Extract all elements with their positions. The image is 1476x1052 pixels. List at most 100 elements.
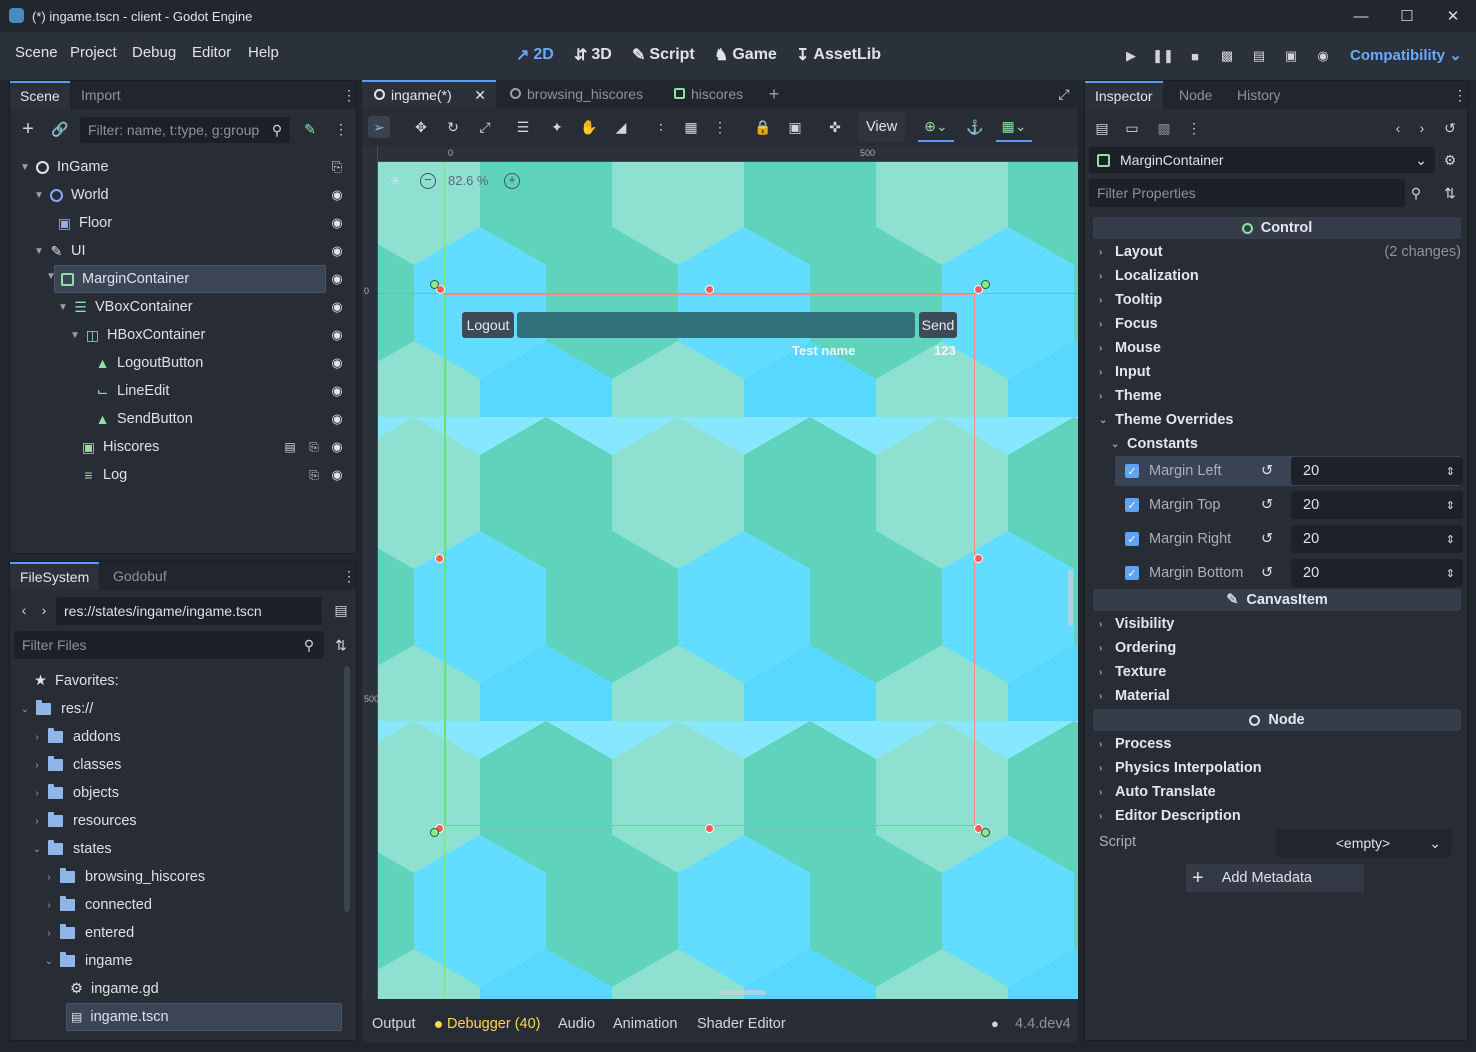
tree-node-margincontainer[interactable]: MarginContainer — [54, 265, 326, 293]
fs-res-root[interactable]: ⌄ res:// — [18, 695, 93, 723]
tab-history[interactable]: History — [1227, 81, 1291, 109]
property-margin-right[interactable]: ✓ Margin Right ↺ 20 ⇕ — [1115, 524, 1463, 554]
checkbox-checked[interactable]: ✓ — [1125, 498, 1139, 512]
send-button-preview[interactable]: Send — [919, 312, 957, 338]
tab-animation[interactable]: Animation — [613, 1016, 677, 1032]
checkbox-checked[interactable]: ✓ — [1125, 566, 1139, 580]
renderer-select[interactable]: Compatibility ⌄ — [1350, 46, 1462, 64]
move-tool-icon[interactable]: ✥ — [410, 116, 432, 138]
scene-filter-input[interactable]: Filter: name, t:type, g:group — [80, 117, 290, 143]
zoom-reset-icon[interactable]: ✳ — [390, 173, 401, 189]
filter-settings-icon[interactable]: ⇅ — [1441, 184, 1459, 202]
property-margin-bottom[interactable]: ✓ Margin Bottom ↺ 20 ⇕ — [1115, 558, 1463, 588]
margin-bottom-spinbox[interactable]: 20 ⇕ — [1291, 559, 1463, 587]
revert-icon[interactable]: ↺ — [1261, 497, 1273, 513]
anchor-handle[interactable] — [981, 828, 990, 837]
tree-node-ingame[interactable]: ▼ InGame — [18, 153, 350, 181]
fs-folder-entered[interactable]: › entered — [42, 919, 134, 947]
resize-handle[interactable] — [705, 824, 714, 833]
tree-node-lineedit[interactable]: ⌙ LineEdit — [96, 377, 350, 405]
mode-script-button[interactable]: ✎ Script — [632, 45, 695, 65]
tree-node-world[interactable]: ▼ World — [32, 181, 350, 209]
tab-debugger[interactable]: Debugger (40) — [447, 1016, 541, 1032]
add-tab-icon[interactable]: + — [764, 84, 784, 104]
fs-folder-ingame[interactable]: ⌄ ingame — [42, 947, 133, 975]
select-tool-icon[interactable]: ➢ — [368, 116, 390, 138]
path-input[interactable]: res://states/ingame/ingame.tscn — [56, 597, 322, 625]
zoom-in-button[interactable]: + — [504, 173, 520, 189]
tree-node-ui[interactable]: ▼ ✎ UI — [32, 237, 350, 265]
tab-godobuf[interactable]: Godobuf — [103, 562, 177, 590]
script-icon[interactable]: ⎘ — [329, 159, 345, 175]
menu-project[interactable]: Project — [70, 44, 117, 61]
tab-output[interactable]: Output — [372, 1016, 416, 1032]
open-folder-icon[interactable]: ▭ — [1123, 119, 1141, 137]
resize-handle[interactable] — [974, 554, 983, 563]
open-scene-icon[interactable]: ▤ — [282, 439, 298, 455]
play-scene-icon[interactable]: ▤ — [1248, 45, 1270, 67]
new-resource-icon[interactable]: ▤ — [1093, 119, 1111, 137]
margin-left-spinbox[interactable]: 20 ⇕ — [1291, 457, 1463, 485]
property-margin-top[interactable]: ✓ Margin Top ↺ 20 ⇕ — [1115, 490, 1463, 520]
fs-file-ingame-tscn[interactable]: ▤ ingame.tscn — [66, 1003, 342, 1031]
group-layout[interactable]: › Layout (2 changes) — [1099, 240, 1461, 264]
property-margin-left[interactable]: ✓ Margin Left ↺ 20 ⇕ — [1115, 456, 1463, 486]
lock-icon[interactable]: 🔒 — [752, 116, 774, 138]
group-auto-translate[interactable]: › Auto Translate — [1099, 780, 1216, 804]
tab-shader-editor[interactable]: Shader Editor — [697, 1016, 786, 1032]
smart-snap-icon[interactable]: ∶ — [650, 116, 672, 138]
updown-icon[interactable]: ⇕ — [1446, 567, 1455, 580]
resize-handle[interactable] — [435, 554, 444, 563]
anchor-handle[interactable] — [430, 828, 439, 837]
fs-folder-connected[interactable]: › connected — [42, 891, 152, 919]
attach-script-icon[interactable]: ✎ — [300, 119, 320, 139]
fs-folder-states[interactable]: ⌄ states — [30, 835, 112, 863]
snap-options-icon[interactable]: ⋮ — [713, 116, 727, 138]
maximize-button[interactable]: ☐ — [1384, 0, 1430, 32]
tree-node-hboxcontainer[interactable]: ▼ ◫ HBoxContainer — [68, 321, 350, 349]
stop-button[interactable]: ■ — [1184, 45, 1206, 67]
file-tree-scrollbar[interactable] — [344, 666, 350, 912]
minimize-button[interactable]: — — [1338, 0, 1384, 32]
save-icon[interactable]: ▩ — [1155, 119, 1173, 137]
group-material[interactable]: › Material — [1099, 684, 1170, 708]
tab-node[interactable]: Node — [1169, 81, 1222, 109]
margin-right-spinbox[interactable]: 20 ⇕ — [1291, 525, 1463, 553]
visibility-eye-icon[interactable]: ◉ — [329, 355, 345, 371]
rotate-tool-icon[interactable]: ↻ — [442, 116, 464, 138]
revert-icon[interactable]: ↺ — [1261, 565, 1273, 581]
visibility-eye-icon[interactable]: ◉ — [329, 243, 345, 259]
group-visibility[interactable]: › Visibility — [1099, 612, 1174, 636]
section-canvasitem[interactable]: ✎ CanvasItem — [1093, 589, 1461, 611]
group-texture[interactable]: › Texture — [1099, 660, 1166, 684]
group-constants[interactable]: ⌄ Constants — [1111, 432, 1198, 456]
section-node[interactable]: Node — [1093, 709, 1461, 731]
viewport-vscrollbar[interactable] — [1068, 570, 1073, 626]
bone-icon[interactable]: ✜ — [824, 116, 846, 138]
fs-folder-classes[interactable]: › classes — [30, 751, 121, 779]
script-icon[interactable]: ⎘ — [306, 467, 322, 483]
fs-file-ingame-gd[interactable]: ⚙ ingame.gd — [70, 975, 159, 1003]
viewport-2d[interactable]: 0 500 0 500 ✳ − 82.6 % + Logout Send Tes… — [362, 146, 1078, 999]
menu-editor[interactable]: Editor — [192, 44, 231, 61]
scene-more-icon[interactable]: ⋮ — [334, 119, 348, 139]
fs-folder-objects[interactable]: › objects — [30, 779, 119, 807]
forward-arrow-icon[interactable]: › — [38, 600, 50, 620]
group-ordering[interactable]: › Ordering — [1099, 636, 1176, 660]
tab-inspector[interactable]: Inspector — [1085, 81, 1163, 109]
close-tab-icon[interactable]: ✕ — [474, 82, 486, 108]
sort-icon[interactable]: ⇅ — [332, 636, 350, 654]
tree-node-floor[interactable]: ▣ Floor — [58, 209, 350, 237]
node-select[interactable]: MarginContainer ⌄ — [1089, 147, 1435, 173]
pivot-tool-icon[interactable]: ✦ — [546, 116, 568, 138]
checkbox-checked[interactable]: ✓ — [1125, 464, 1139, 478]
history-back-icon[interactable]: ‹ — [1391, 119, 1405, 137]
lineedit-preview[interactable] — [517, 312, 915, 338]
group-icon[interactable]: ▣ — [784, 116, 806, 138]
mode-3d-button[interactable]: ⇵ 3D — [574, 45, 612, 65]
fs-favorites[interactable]: ★ Favorites: — [34, 667, 119, 695]
distraction-free-icon[interactable]: ⤢ — [1054, 84, 1074, 104]
tree-node-sendbutton[interactable]: ▲ SendButton — [96, 405, 350, 433]
movie-maker-icon[interactable]: ◉ — [1312, 45, 1334, 67]
updown-icon[interactable]: ⇕ — [1446, 499, 1455, 512]
